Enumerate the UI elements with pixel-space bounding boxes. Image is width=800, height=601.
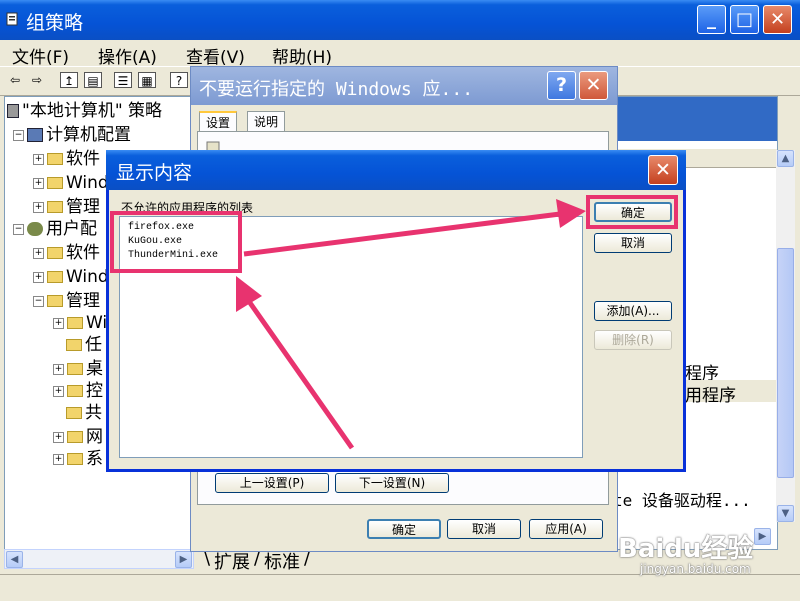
user-icon (27, 222, 43, 236)
folder-icon (66, 407, 82, 419)
tree-item[interactable]: + 控 (53, 381, 103, 401)
folder-icon (67, 385, 83, 397)
export-list-icon[interactable]: ▦ (138, 72, 156, 88)
help-button[interactable]: ? (547, 71, 576, 100)
help-icon[interactable]: ? (170, 72, 188, 88)
group-policy-icon (6, 12, 18, 26)
main-window-title: 组策略 (26, 12, 84, 34)
highlight-list-items (110, 211, 242, 273)
scroll-down-icon[interactable]: ▼ (777, 505, 794, 522)
tree-item[interactable]: + Wi (53, 313, 107, 333)
expand-icon[interactable]: + (33, 247, 44, 259)
minimize-button[interactable]: _ (697, 5, 726, 34)
tree-item[interactable]: + 软件 (33, 149, 100, 169)
tree-item[interactable]: + 管理 (33, 197, 100, 217)
folder-icon (47, 247, 63, 259)
tree-item[interactable]: 任 (66, 335, 102, 355)
expand-icon[interactable]: + (33, 271, 44, 283)
menu-help[interactable]: 帮助(H) (272, 43, 332, 68)
details-header (599, 97, 777, 141)
scroll-thumb[interactable] (777, 248, 794, 478)
tree-item[interactable]: + 系 (53, 449, 103, 469)
menu-file[interactable]: 文件(F) (12, 43, 69, 68)
scroll-right-icon[interactable]: ▶ (175, 551, 192, 568)
collapse-icon[interactable]: − (13, 223, 24, 235)
expand-icon[interactable]: + (53, 363, 64, 375)
properties-icon[interactable]: ☰ (114, 72, 132, 88)
add-button[interactable]: 添加(A)... (594, 301, 672, 321)
expand-icon[interactable]: + (53, 385, 64, 397)
tree-item[interactable]: + 网 (53, 427, 103, 447)
expand-icon[interactable]: + (53, 317, 64, 329)
tree-item[interactable]: + Wind (33, 267, 109, 287)
folder-icon (66, 339, 82, 351)
expand-icon[interactable]: + (53, 453, 64, 465)
properties-cancel-button[interactable]: 取消 (447, 519, 521, 539)
expand-icon[interactable]: + (33, 201, 44, 213)
watermark-url: jingyan.baidu.com (640, 562, 751, 576)
properties-dialog-title: 不要运行指定的 Windows 应... (199, 79, 474, 100)
folder-icon (47, 177, 63, 189)
forward-arrow-icon[interactable]: ⇨ (28, 72, 46, 88)
properties-ok-button[interactable]: 确定 (367, 519, 441, 539)
properties-close-button[interactable]: ✕ (579, 71, 608, 100)
tree-item[interactable]: + 软件 (33, 243, 100, 263)
main-title-bar: 组策略 _ □ ✕ (0, 0, 800, 40)
list-item[interactable]: 用程序 (685, 381, 736, 406)
folder-icon (67, 317, 83, 329)
baidu-watermark: Baidu经验 (618, 534, 754, 564)
menu-action[interactable]: 操作(A) (98, 43, 157, 68)
highlight-ok-button (586, 195, 678, 229)
prev-setting-button[interactable]: 上一设置(P) (215, 473, 329, 493)
folder-icon (47, 153, 63, 165)
show-contents-title-bar: 显示内容 ✕ (106, 150, 686, 190)
properties-apply-button[interactable]: 应用(A) (529, 519, 603, 539)
back-arrow-icon[interactable]: ⇦ (6, 72, 24, 88)
list-item[interactable]: te 设备驱动程... (613, 487, 751, 511)
policy-icon (7, 104, 19, 118)
folder-icon (67, 453, 83, 465)
tab-settings[interactable]: 设置 (199, 111, 238, 133)
expand-icon[interactable]: + (53, 431, 64, 443)
folder-icon (67, 363, 83, 375)
menu-view[interactable]: 查看(V) (186, 43, 245, 68)
maximize-button[interactable]: □ (730, 5, 759, 34)
next-setting-button[interactable]: 下一设置(N) (335, 473, 449, 493)
status-bar (0, 574, 800, 601)
collapse-icon[interactable]: − (33, 295, 44, 307)
show-tree-icon[interactable]: ▤ (84, 72, 102, 88)
show-contents-close-button[interactable]: ✕ (648, 155, 678, 185)
scroll-right-icon[interactable]: ▶ (754, 528, 771, 545)
cancel-button[interactable]: 取消 (594, 233, 672, 253)
delete-button: 删除(R) (594, 330, 672, 350)
folder-icon (67, 431, 83, 443)
details-vertical-scrollbar[interactable]: ▲ ▼ (776, 150, 795, 522)
scroll-up-icon[interactable]: ▲ (777, 150, 794, 167)
folder-icon (47, 271, 63, 283)
folder-icon (47, 295, 63, 307)
tree-item[interactable]: + Wind (33, 173, 109, 193)
menu-bar: 文件(F) 操作(A) 查看(V) 帮助(H) (0, 40, 800, 68)
expand-icon[interactable]: + (33, 177, 44, 189)
computer-icon (27, 128, 43, 142)
expand-icon[interactable]: + (33, 153, 44, 165)
tree-item[interactable]: 共 (66, 403, 102, 423)
tree-computer-config[interactable]: − 计算机配置 (13, 125, 131, 145)
tree-user-config[interactable]: − 用户配 (13, 219, 97, 239)
close-button[interactable]: ✕ (763, 5, 792, 34)
folder-icon (47, 201, 63, 213)
tree-item[interactable]: − 管理 (33, 291, 100, 311)
tab-explain[interactable]: 说明 (247, 111, 286, 132)
up-level-icon[interactable]: ↥ (60, 72, 78, 88)
tree-horizontal-scrollbar[interactable]: ◀ ▶ (4, 549, 194, 569)
properties-title-bar: 不要运行指定的 Windows 应... ? ✕ (191, 67, 617, 105)
tree-item[interactable]: + 桌 (53, 359, 103, 379)
tree-root[interactable]: "本地计算机" 策略 (7, 101, 162, 121)
scroll-left-icon[interactable]: ◀ (6, 551, 23, 568)
show-contents-title: 显示内容 (116, 162, 193, 184)
collapse-icon[interactable]: − (13, 129, 24, 141)
